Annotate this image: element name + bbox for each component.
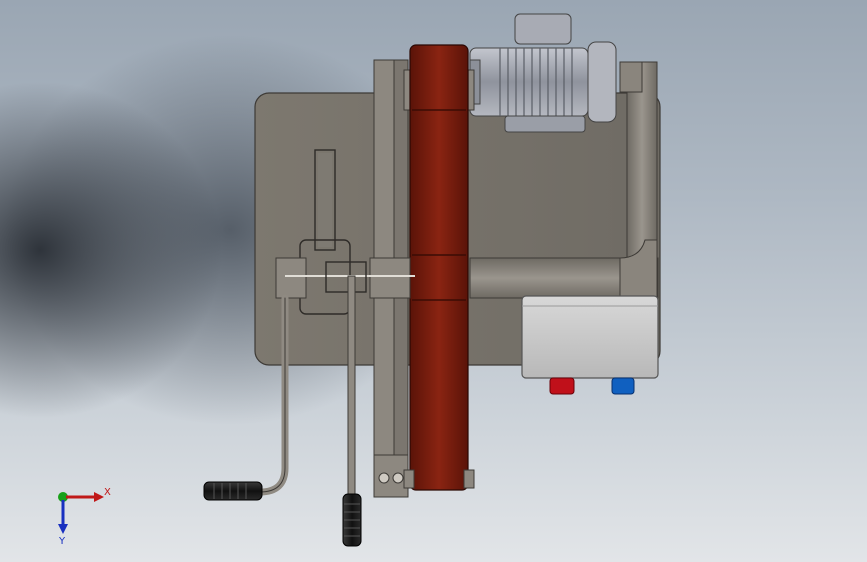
graphics-viewport[interactable]: X Y [0, 0, 867, 562]
triad-y-arrow [58, 524, 68, 534]
axis-triad-icon: X Y [58, 487, 111, 547]
triad-y-label: Y [58, 536, 66, 547]
triad-x-label: X [104, 487, 111, 498]
triad-x-arrow [94, 492, 104, 502]
